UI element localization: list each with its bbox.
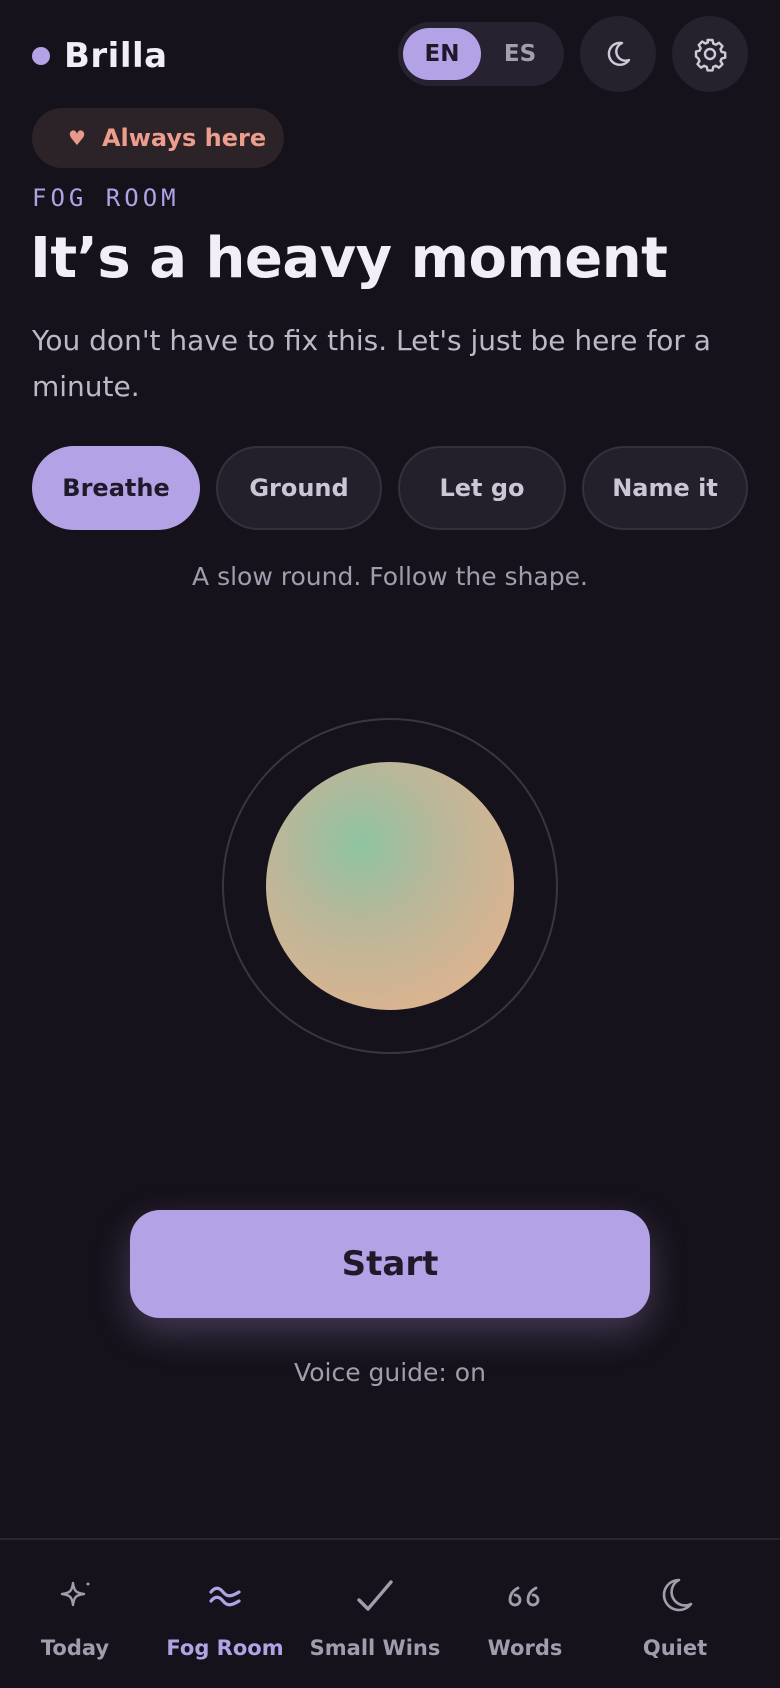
voice-guide-status[interactable]: Voice guide: on: [0, 1358, 780, 1387]
language-option-en[interactable]: EN: [403, 28, 481, 80]
breathing-orb: [266, 762, 514, 1010]
tab-label: Small Wins: [309, 1636, 441, 1660]
language-option-es[interactable]: ES: [481, 28, 559, 80]
tab-small-wins[interactable]: Small Wins: [300, 1540, 450, 1688]
theme-toggle-button[interactable]: [580, 16, 656, 92]
mode-chip-ground[interactable]: Ground: [216, 446, 382, 530]
tab-label: Today: [40, 1636, 110, 1660]
tab-label: Quiet: [642, 1636, 708, 1660]
brand-name: Brilla: [64, 36, 168, 76]
settings-button[interactable]: [672, 16, 748, 92]
mode-selector: Breathe Ground Let go Name it: [32, 446, 748, 530]
bottom-tab-bar: Today Fog Room Small Wins Words Quiet: [0, 1538, 780, 1688]
tab-today[interactable]: Today: [0, 1540, 150, 1688]
sparkle-icon: [60, 1581, 90, 1607]
always-here-badge[interactable]: ♥ Always here: [32, 108, 284, 168]
language-toggle: EN ES: [398, 22, 564, 86]
tab-label: Fog Room: [166, 1636, 284, 1660]
tab-label: Words: [487, 1636, 563, 1660]
waves-icon: [209, 1586, 241, 1607]
brand-dot: [32, 47, 50, 65]
gear-icon: [694, 38, 727, 72]
fog-room-screen: Brilla EN ES ♥ Always here FOG ROOM It’s…: [0, 0, 780, 1688]
heart-icon: ♥: [68, 126, 86, 150]
exercise-hint: A slow round. Follow the shape.: [192, 562, 588, 591]
moon-icon: [607, 41, 631, 66]
section-eyebrow: FOG ROOM: [32, 184, 180, 212]
start-button[interactable]: Start: [130, 1210, 650, 1318]
tab-words[interactable]: Words: [450, 1540, 600, 1688]
page-title: It’s a heavy moment: [30, 226, 668, 291]
mode-chip-let-go[interactable]: Let go: [398, 446, 566, 530]
tab-fog-room[interactable]: Fog Room: [150, 1540, 300, 1688]
tab-quiet[interactable]: Quiet: [600, 1540, 750, 1688]
badge-label: Always here: [101, 124, 267, 152]
brand: Brilla: [32, 30, 168, 82]
mode-chip-breathe[interactable]: Breathe: [32, 446, 200, 530]
check-icon: [357, 1580, 393, 1611]
quote-icon: [508, 1586, 540, 1607]
mode-chip-name-it[interactable]: Name it: [582, 446, 748, 530]
page-subtitle: You don't have to fix this. Let's just b…: [32, 324, 711, 403]
moon-icon: [662, 1578, 693, 1612]
